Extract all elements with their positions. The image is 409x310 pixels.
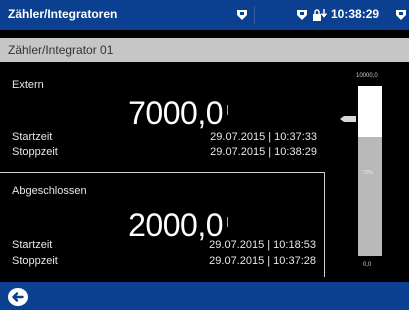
shield-icon[interactable] (295, 8, 309, 22)
shield-icon[interactable] (235, 8, 249, 22)
stop-time-value: 29.07.2015 | 10:37:28 (209, 255, 316, 267)
title-separator (254, 6, 255, 24)
clock: 10:38:29 (331, 7, 380, 21)
value-cursor (227, 217, 228, 227)
gauge-max-label: 10000,0 (356, 73, 378, 79)
title-bar: Zähler/Integratoren 10:38:29 (0, 0, 409, 30)
panel-label: Abgeschlossen (12, 185, 87, 197)
sub-header: Zähler/Integrator 01 (0, 38, 409, 62)
panel-label: Extern (12, 79, 44, 91)
app-title: Zähler/Integratoren (8, 7, 118, 21)
counter-value: 7000,0 (128, 95, 223, 131)
back-button[interactable] (7, 287, 29, 307)
start-time-value: 29.07.2015 | 10:18:53 (209, 239, 316, 251)
value-cursor (227, 105, 228, 115)
counter-title: Zähler/Integrator 01 (8, 43, 114, 57)
counter-panel-completed: Abgeschlossen 2000,0 Startzeit 29.07.201… (0, 172, 325, 277)
counter-panel-extern: Extern 7000,0 Startzeit 29.07.2015 | 10:… (0, 69, 325, 170)
start-time-label: Startzeit (12, 131, 53, 143)
gauge-percent-label: 70% (363, 170, 374, 176)
gauge-min-label: 0,0 (363, 262, 372, 268)
gauge-fill (358, 137, 382, 256)
footer-bar (0, 282, 409, 310)
stop-time-label: Stoppzeit (12, 255, 58, 267)
start-time-value: 29.07.2015 | 10:37:33 (210, 131, 317, 143)
stop-time-label: Stoppzeit (12, 146, 58, 158)
shield-icon[interactable] (394, 8, 408, 22)
current-value-marker-icon (340, 116, 356, 122)
start-time-label: Startzeit (12, 239, 53, 251)
download-lock-icon[interactable] (312, 8, 328, 22)
stop-time-value: 29.07.2015 | 10:38:29 (210, 146, 317, 158)
